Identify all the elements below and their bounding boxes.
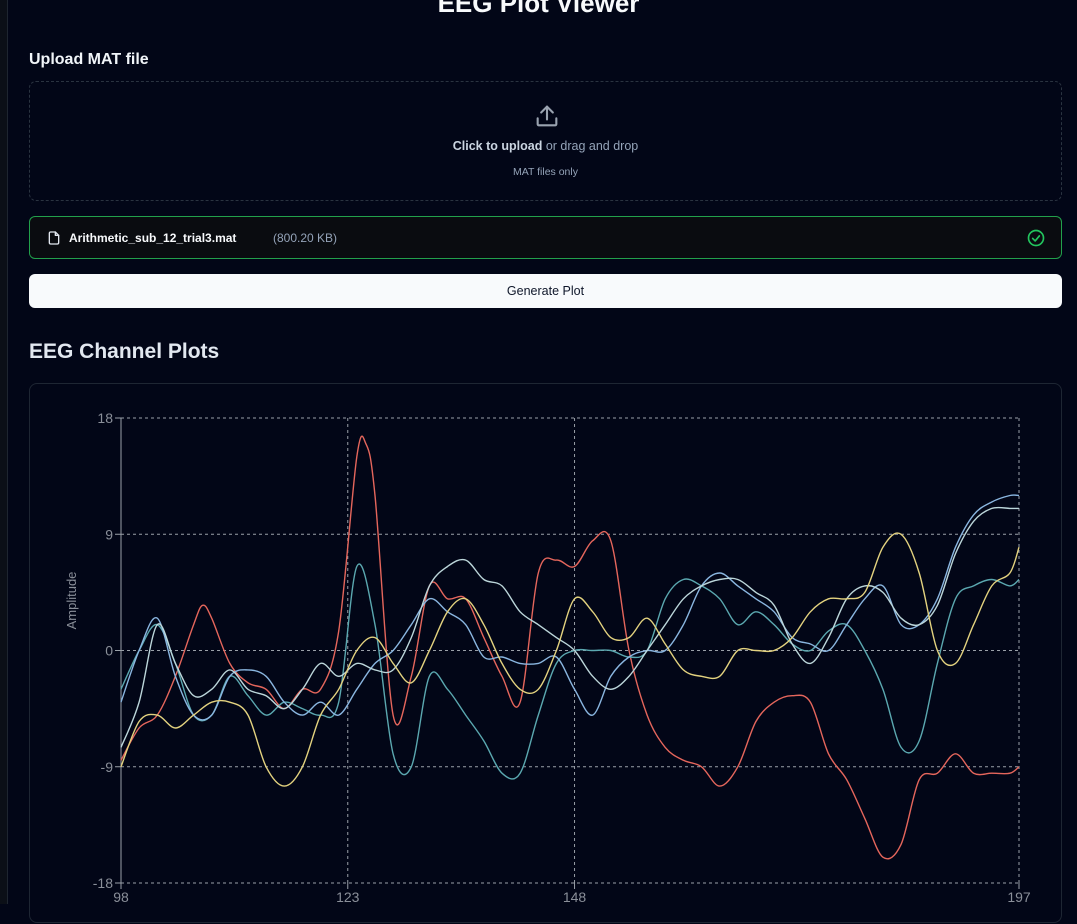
chart-card: 18 9 0 -9 -18 98 123 148 197 Amplitude [29,383,1062,923]
x-tick-label: 197 [1007,889,1031,905]
file-name: Arithmetic_sub_12_trial3.mat [69,231,237,245]
y-tick-label: 18 [97,410,113,426]
y-axis-title: Amplitude [64,572,79,630]
page-title: EEG Plot Viewer [437,0,640,18]
upload-icon [536,105,558,127]
selected-file-row: Arithmetic_sub_12_trial3.mat (800.20 KB) [29,216,1062,259]
file-dropzone[interactable]: Click to upload or drag and drop MAT fil… [29,81,1062,201]
x-tick-label: 123 [336,889,360,905]
series-line-1 [120,435,1020,860]
y-tick-label: -9 [101,759,114,775]
eeg-line-chart: 18 9 0 -9 -1898 123 148 197 Amplitude [64,410,1031,905]
click-to-upload-text[interactable]: Click to upload [453,139,543,153]
series-line-4 [120,506,1019,748]
file-type-hint: MAT files only [513,166,578,178]
series-line-5 [120,532,1020,787]
generate-plot-button[interactable]: Generate Plot [29,274,1062,308]
file-size: (800.20 KB) [273,231,338,245]
y-tick-label: -18 [93,875,113,891]
drag-drop-text: or drag and drop [542,139,639,153]
window-edge [0,0,8,904]
upload-section-label: Upload MAT file [29,51,149,68]
y-tick-label: 9 [105,526,113,542]
file-icon [48,231,60,245]
dropzone-instruction: Click to upload or drag and drop [30,139,1061,153]
check-circle-icon [1027,229,1045,247]
x-tick-label: 98 [113,889,129,905]
y-tick-label: 0 [105,643,113,659]
x-tick-label: 148 [563,889,587,905]
section-title: EEG Channel Plots [29,340,220,363]
